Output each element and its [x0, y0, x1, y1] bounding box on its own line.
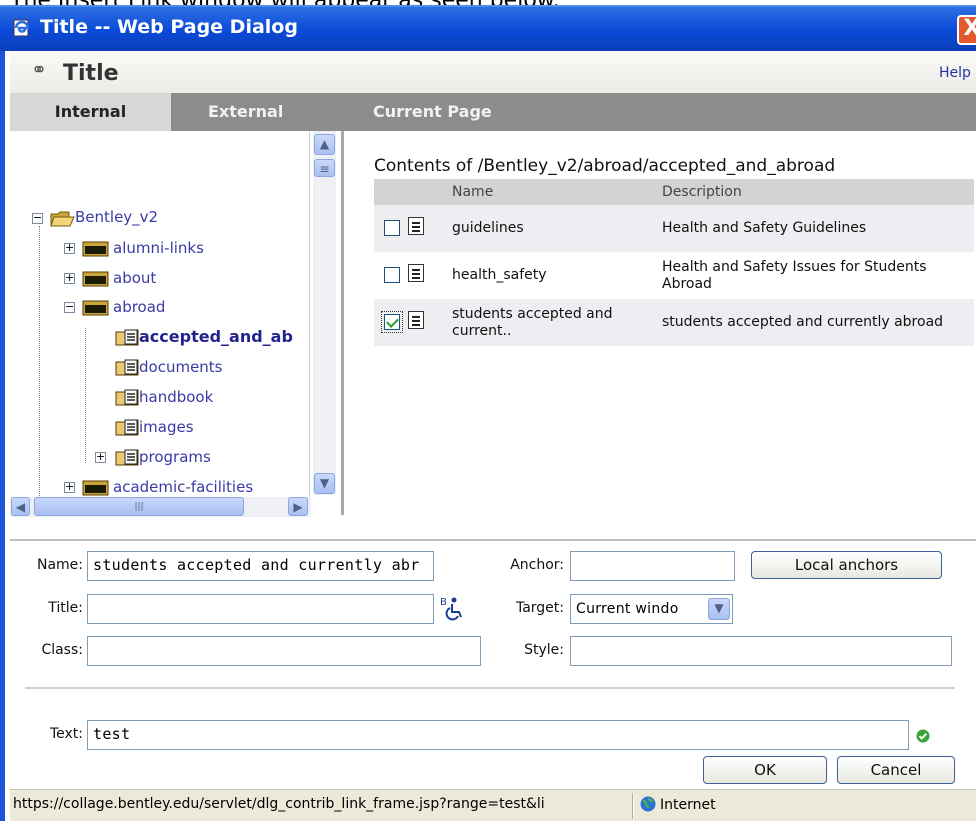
page-folder-icon — [115, 359, 139, 376]
table-row[interactable]: health_safety Health and Safety Issues f… — [374, 252, 974, 299]
tab-external[interactable]: External — [208, 93, 283, 131]
anchor-label: Anchor: — [510, 557, 564, 573]
folder-icon — [82, 480, 109, 496]
row-checkbox-checked[interactable] — [381, 311, 403, 333]
horizontal-scroll-thumb[interactable]: ||| — [34, 497, 244, 516]
svg-text:B: B — [440, 597, 447, 608]
status-url: https://collage.bentley.edu/servlet/dlg_… — [13, 796, 545, 812]
class-label: Class: — [41, 642, 83, 658]
link-properties-form: Name: students accepted and currently ab… — [10, 539, 976, 821]
row-checkbox[interactable] — [384, 267, 400, 283]
contents-pane: Contents of /Bentley_v2/abroad/accepted_… — [341, 131, 976, 515]
row-name-link[interactable]: guidelines — [452, 205, 662, 252]
document-icon — [408, 217, 424, 235]
folder-icon — [82, 300, 109, 316]
status-bar: https://collage.bentley.edu/servlet/dlg_… — [10, 789, 976, 821]
title-label: Title: — [48, 600, 83, 616]
scroll-left-icon[interactable]: ◀ — [11, 497, 30, 516]
table-row[interactable]: guidelines Health and Safety Guidelines — [374, 205, 974, 252]
dialog-title: Title — [63, 61, 119, 86]
style-label: Style: — [524, 642, 564, 658]
table-row-selected[interactable]: students accepted and current.. students… — [374, 299, 974, 346]
contents-title: Contents of /Bentley_v2/abroad/accepted_… — [374, 156, 836, 176]
text-field[interactable]: test — [87, 720, 909, 750]
dialog-body: ⚭ Title Help Internal External Current P… — [0, 51, 976, 821]
row-description: Health and Safety Issues for Students Ab… — [662, 258, 927, 292]
cancel-button[interactable]: Cancel — [837, 756, 955, 784]
link-icon: ⚭ — [31, 59, 47, 81]
page-folder-icon — [115, 449, 139, 466]
class-field[interactable] — [87, 636, 481, 666]
row-description: students accepted and currently abroad — [662, 314, 944, 330]
local-anchors-button[interactable]: Local anchors — [751, 551, 942, 579]
name-label: Name: — [36, 557, 83, 573]
tab-internal[interactable]: Internal — [10, 93, 171, 131]
contents-table: Name Description guidelines Health and S… — [374, 179, 974, 346]
window-title: Title -- Web Page Dialog — [40, 16, 298, 38]
accessibility-icon[interactable]: B — [440, 595, 464, 621]
globe-icon — [640, 796, 656, 812]
folder-tree: − Bentley_v2 + alumni-links + about − ab… — [10, 131, 310, 515]
column-header-description[interactable]: Description — [662, 179, 974, 205]
scroll-up-icon[interactable]: ▲ — [314, 134, 335, 155]
scroll-down-icon[interactable]: ▼ — [314, 473, 335, 494]
page-folder-icon — [115, 419, 139, 436]
row-checkbox[interactable] — [384, 220, 400, 236]
security-zone: Internet — [640, 796, 716, 813]
row-name-link[interactable]: health_safety — [452, 252, 662, 299]
folder-icon — [82, 271, 109, 287]
folder-icon — [82, 241, 109, 257]
divider — [25, 687, 955, 689]
window-titlebar[interactable]: Title -- Web Page Dialog X — [0, 5, 976, 51]
row-name-link[interactable]: students accepted and current.. — [452, 299, 662, 346]
document-icon — [408, 264, 424, 282]
ie-page-icon — [13, 19, 30, 37]
name-field[interactable]: students accepted and currently abr — [87, 551, 434, 581]
dialog-header: ⚭ Title Help — [10, 51, 976, 93]
chevron-down-icon[interactable]: ▼ — [708, 598, 730, 620]
valid-check-icon — [916, 729, 930, 743]
tree-horizontal-scrollbar[interactable]: ◀ ||| ▶ — [10, 497, 311, 517]
scroll-thumb[interactable]: ≡ — [314, 159, 335, 177]
ok-button[interactable]: OK — [703, 756, 827, 784]
title-field[interactable] — [87, 594, 434, 624]
column-header-name[interactable]: Name — [452, 179, 662, 205]
tab-current-page[interactable]: Current Page — [373, 93, 492, 131]
style-field[interactable] — [570, 636, 952, 666]
help-link[interactable]: Help — [939, 65, 971, 81]
anchor-field[interactable] — [570, 551, 735, 581]
page-folder-icon — [115, 389, 139, 406]
open-page-folder-icon — [115, 329, 139, 346]
close-button[interactable]: X — [957, 15, 976, 45]
scroll-right-icon[interactable]: ▶ — [288, 497, 308, 516]
tab-bar: Internal External Current Page — [10, 93, 976, 131]
open-folder-icon — [50, 211, 75, 227]
target-label: Target: — [515, 600, 564, 616]
text-label: Text: — [49, 726, 83, 742]
row-description: Health and Safety Guidelines — [662, 220, 867, 236]
document-icon — [408, 311, 424, 329]
tree-vertical-scrollbar[interactable]: ▲ ≡ ▼ — [313, 131, 336, 495]
